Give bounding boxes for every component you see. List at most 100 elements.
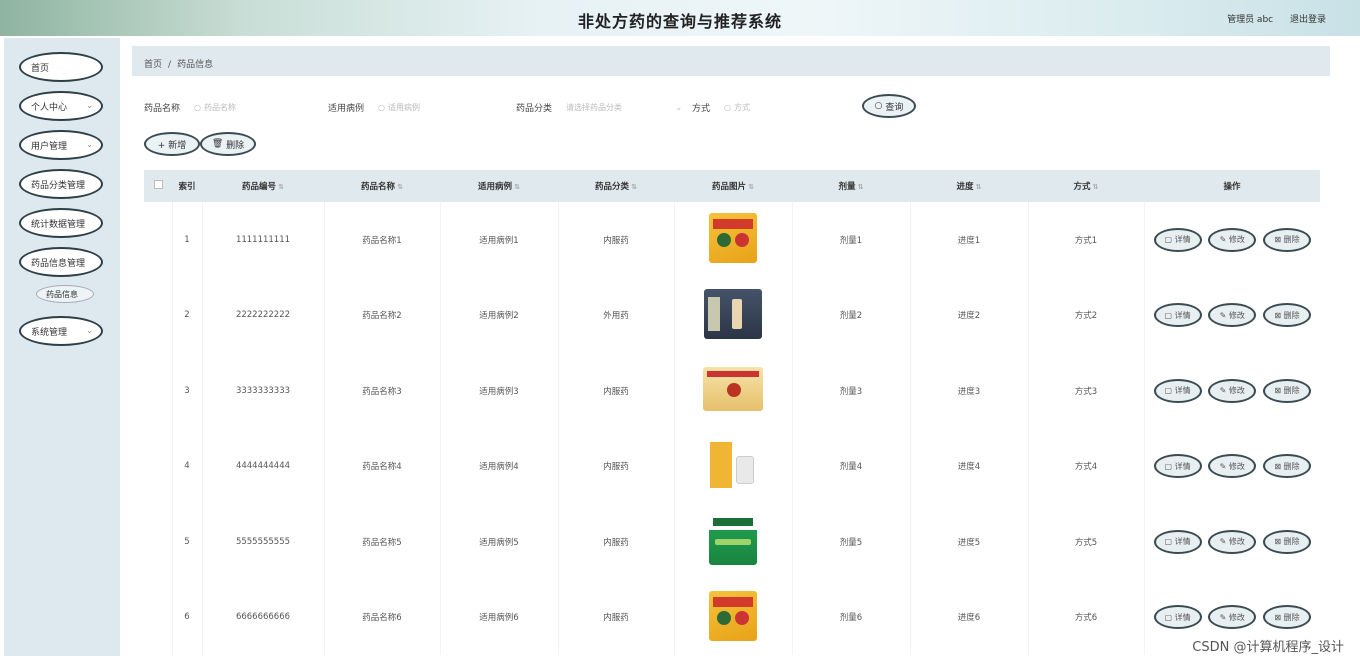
breadcrumb-home[interactable]: 首页 (144, 60, 162, 70)
edit-button-label: 修改 (1228, 310, 1245, 320)
row-checkbox-cell[interactable] (144, 504, 173, 580)
sidebar-item-home[interactable]: 首页 (19, 52, 103, 82)
sidebar-item-personal-center[interactable]: 个人中心 ⌄ (19, 91, 103, 121)
row-checkbox-cell[interactable] (144, 428, 173, 504)
table-body: 1 1111111111 药品名称1 适用病例1 内服药 剂量1 进度1 方式1… (144, 202, 1320, 655)
delete-button[interactable]: ⊠ 删除 (1262, 529, 1311, 554)
sidebar-item-label: 药品信息 (46, 289, 78, 299)
search-button[interactable]: ○ 查询 (862, 94, 916, 118)
column-header: 操作 (1223, 182, 1241, 192)
cell-code: 4444444444 (202, 428, 325, 504)
column-header[interactable]: 药品分类 ⇅ (558, 170, 674, 202)
row-checkbox-cell[interactable] (144, 202, 173, 278)
sidebar-subitem-drug-info[interactable]: 药品信息 (36, 285, 94, 303)
cell-category: 内服药 (558, 579, 675, 655)
medicine-image[interactable] (708, 439, 758, 490)
cell-method: 方式2 (1028, 277, 1145, 353)
column-header[interactable]: 方式 ⇅ (1028, 170, 1144, 202)
cell-name: 药品名称4 (324, 428, 441, 504)
column-header[interactable]: 进度 ⇅ (910, 170, 1028, 202)
sort-icon[interactable]: ⇅ (858, 183, 864, 191)
search-icon: ○ (378, 102, 385, 112)
sort-icon[interactable]: ⇅ (631, 183, 637, 191)
filter-label: 药品名称 (144, 103, 181, 114)
detail-button[interactable]: ▢ 详情 (1153, 605, 1202, 630)
edit-button[interactable]: ✎ 修改 (1208, 303, 1257, 328)
cell-index: 1 (172, 202, 203, 278)
cell-image (674, 579, 793, 655)
admin-user-label[interactable]: 管理员 abc (1227, 15, 1273, 25)
row-checkbox-cell[interactable] (144, 579, 173, 655)
cell-category: 内服药 (558, 202, 675, 278)
column-header-label: 剂量 (838, 182, 856, 192)
sort-icon[interactable]: ⇅ (748, 183, 754, 191)
detail-button[interactable]: ▢ 详情 (1153, 529, 1202, 554)
cell-indication: 适用病例5 (440, 504, 559, 580)
cell-code: 2222222222 (202, 277, 325, 353)
row-checkbox-cell[interactable] (144, 353, 173, 429)
detail-button-label: 详情 (1174, 386, 1191, 396)
add-button[interactable]: + 新增 (144, 132, 200, 156)
medicine-image[interactable] (709, 213, 757, 264)
delete-button[interactable]: ⊠ 删除 (1262, 454, 1311, 479)
cell-progress: 进度2 (910, 277, 1029, 353)
delete-button[interactable]: ⊠ 删除 (1262, 227, 1311, 252)
table-header: 索引 药品编号 ⇅ 药品名称 ⇅ 适用病例 ⇅ 药品分类 ⇅ 药品图片 ⇅ 剂量 ⇅ 进度 ⇅… (144, 170, 1320, 202)
column-header[interactable]: 药品名称 ⇅ (324, 170, 440, 202)
filter-label: 药品分类 (516, 103, 553, 114)
cell-dose: 剂量6 (792, 579, 911, 655)
medicine-image[interactable] (704, 288, 762, 339)
watermark: CSDN @计算机程序_设计 (1192, 640, 1344, 655)
cell-name: 药品名称1 (324, 202, 441, 278)
filter-label: 适用病例 (328, 103, 365, 114)
column-header-label: 药品图片 (712, 182, 747, 192)
indication-input[interactable]: ○ 适用病例 (370, 98, 480, 116)
medicine-image[interactable] (709, 515, 757, 566)
edit-button-label: 修改 (1228, 537, 1245, 547)
delete-button[interactable]: ⊠ 删除 (1262, 303, 1311, 328)
detail-button[interactable]: ▢ 详情 (1153, 454, 1202, 479)
method-input[interactable]: ○ 方式 (716, 98, 826, 116)
main-content: 首页 / 药品信息 药品名称 ○ 药品名称 适用病例 ○ 适用病例 药品分类 请选择药品… (132, 46, 1332, 656)
drug-name-input[interactable]: ○ 药品名称 (186, 98, 296, 116)
edit-button[interactable]: ✎ 修改 (1208, 378, 1257, 403)
column-header[interactable]: 剂量 ⇅ (792, 170, 910, 202)
column-header[interactable]: 药品图片 ⇅ (674, 170, 792, 202)
batch-delete-button[interactable]: 🗑 删除 (200, 132, 256, 156)
edit-button[interactable]: ✎ 修改 (1208, 454, 1257, 479)
edit-button[interactable]: ✎ 修改 (1208, 227, 1257, 252)
sidebar-item-statistics-management[interactable]: 统计数据管理 (19, 208, 103, 238)
sidebar-item-category-management[interactable]: 药品分类管理 (19, 169, 103, 199)
select-all-checkbox[interactable] (144, 170, 172, 202)
detail-button[interactable]: ▢ 详情 (1153, 227, 1202, 252)
sort-icon[interactable]: ⇅ (976, 183, 982, 191)
row-checkbox-cell[interactable] (144, 277, 173, 353)
column-header[interactable]: 药品编号 ⇅ (202, 170, 324, 202)
sidebar-item-system-management[interactable]: 系统管理 ⌄ (19, 316, 103, 346)
sort-icon[interactable]: ⇅ (278, 183, 284, 191)
cell-indication: 适用病例3 (440, 353, 559, 429)
sidebar-item-drug-info-management[interactable]: 药品信息管理 (19, 247, 103, 277)
cell-name: 药品名称6 (324, 579, 441, 655)
checkbox-icon (153, 180, 163, 189)
sort-icon[interactable]: ⇅ (514, 183, 520, 191)
cell-image (674, 277, 793, 353)
sort-icon[interactable]: ⇅ (1093, 183, 1099, 191)
detail-button[interactable]: ▢ 详情 (1153, 378, 1202, 403)
sort-icon[interactable]: ⇅ (397, 183, 403, 191)
sidebar-item-user-management[interactable]: 用户管理 ⌄ (19, 130, 103, 160)
detail-button[interactable]: ▢ 详情 (1153, 303, 1202, 328)
column-header: 索引 (178, 182, 196, 192)
delete-button[interactable]: ⊠ 删除 (1262, 605, 1311, 630)
delete-button[interactable]: ⊠ 删除 (1262, 378, 1311, 403)
edit-button[interactable]: ✎ 修改 (1208, 529, 1257, 554)
category-select[interactable]: 请选择药品分类 ⌄ (558, 98, 688, 116)
column-header[interactable]: 适用病例 ⇅ (440, 170, 558, 202)
breadcrumb: 首页 / 药品信息 (132, 46, 1330, 76)
medicine-image[interactable] (703, 367, 763, 412)
cell-actions: ▢ 详情 ✎ 修改 ⊠ 删除 (1144, 202, 1320, 278)
edit-button[interactable]: ✎ 修改 (1208, 605, 1257, 630)
table-row: 1 1111111111 药品名称1 适用病例1 内服药 剂量1 进度1 方式1… (144, 202, 1320, 278)
medicine-image[interactable] (709, 590, 757, 641)
logout-link[interactable]: 退出登录 (1290, 15, 1326, 25)
